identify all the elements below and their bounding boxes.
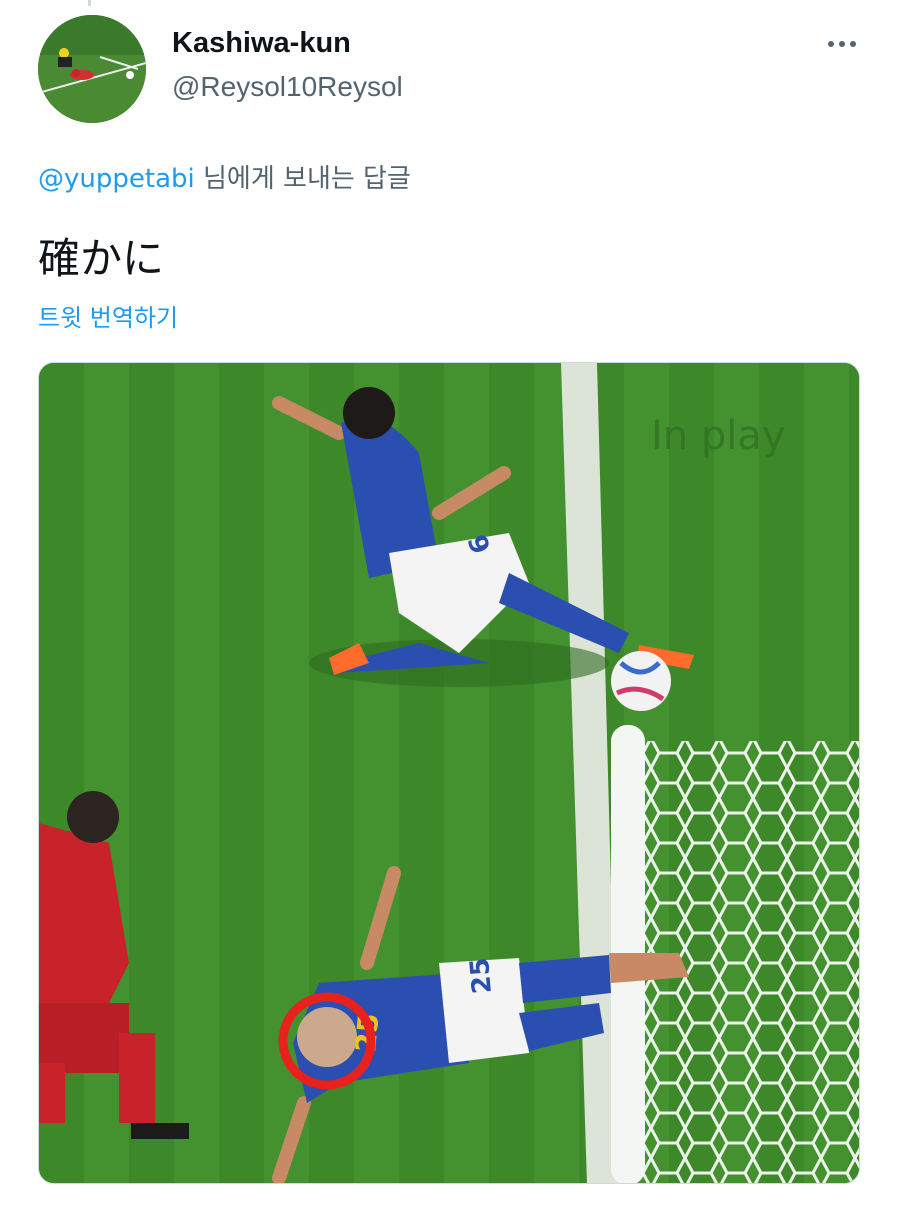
svg-text:25: 25 bbox=[465, 956, 498, 995]
author-handle[interactable]: @Reysol10Reysol bbox=[172, 68, 403, 106]
avatar-image bbox=[38, 15, 146, 123]
more-options-button[interactable] bbox=[818, 30, 866, 58]
reply-mention-link[interactable]: @yuppetabi bbox=[38, 164, 195, 194]
thread-connector-line bbox=[88, 0, 91, 6]
reply-context: @yuppetabi 님에게 보내는 답글 bbox=[38, 160, 411, 198]
tweet-media-photo[interactable]: In play 9 25 25 bbox=[38, 362, 860, 1184]
author-avatar[interactable] bbox=[38, 15, 146, 123]
more-dot bbox=[839, 41, 845, 47]
translate-tweet-link[interactable]: 트윗 번역하기 bbox=[38, 300, 178, 336]
more-dots-icon bbox=[828, 41, 834, 47]
soccer-ball bbox=[611, 651, 671, 711]
reply-suffix: 님에게 보내는 답글 bbox=[194, 164, 411, 194]
tweet-text: 確かに bbox=[38, 234, 165, 283]
watermark-text: In play bbox=[651, 413, 786, 459]
author-display-name[interactable]: Kashiwa-kun bbox=[172, 24, 403, 62]
soccer-photo: In play 9 25 25 bbox=[39, 363, 859, 1183]
more-dot bbox=[850, 41, 856, 47]
